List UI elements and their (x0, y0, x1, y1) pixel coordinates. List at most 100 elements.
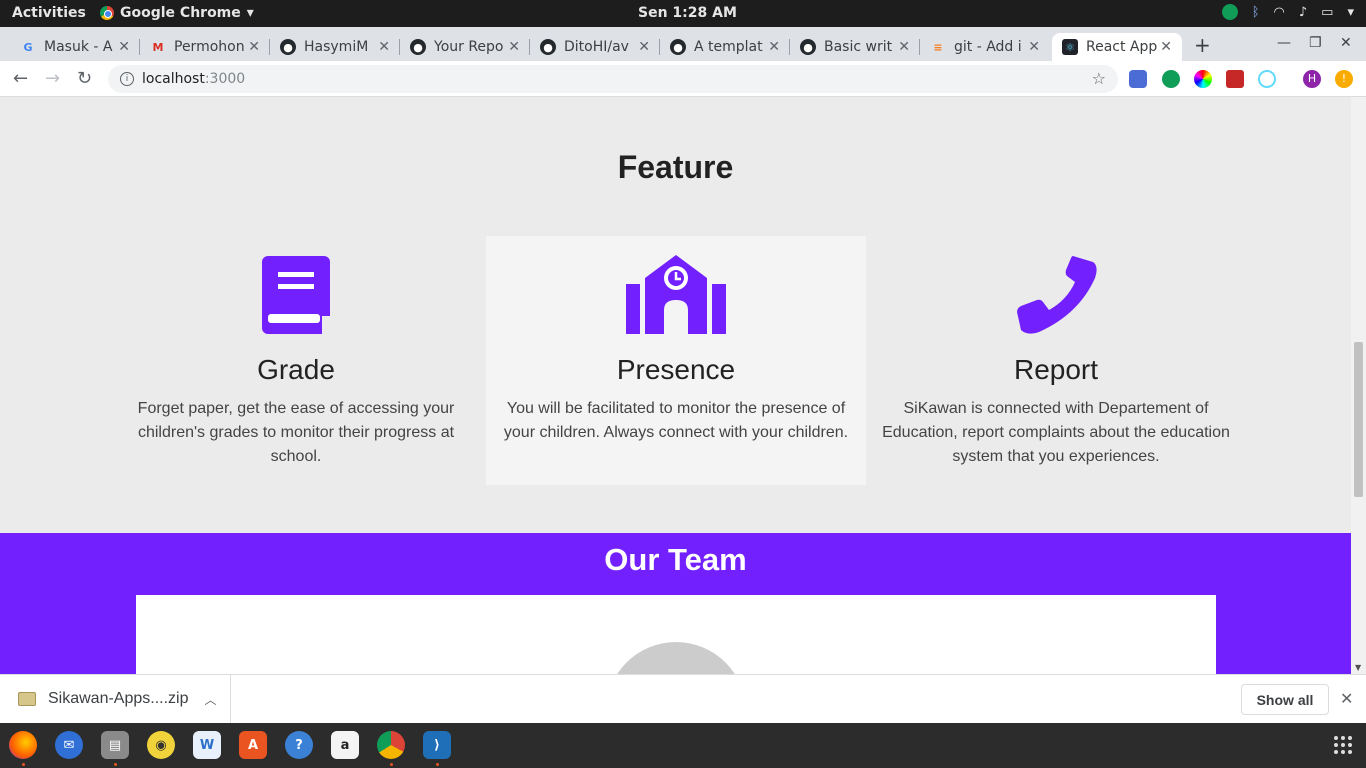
feature-description: SiKawan is connected with Departement of… (882, 400, 1230, 465)
rhythmbox-icon[interactable]: ◉ (147, 731, 175, 759)
battery-icon[interactable]: ▭ (1321, 5, 1333, 20)
tab-title: HasymiM (304, 39, 369, 55)
github-icon: ● (410, 39, 426, 55)
profile-avatar[interactable]: H (1303, 70, 1321, 88)
system-tray[interactable]: ᛒ ◠ ♪ ▭ ▾ (1221, 4, 1354, 20)
scroll-down-arrow-icon[interactable]: ▼ (1355, 663, 1361, 672)
color-picker-extension-icon[interactable] (1194, 70, 1212, 88)
devtools-extension-icon[interactable] (1226, 70, 1244, 88)
volume-icon[interactable]: ♪ (1299, 5, 1307, 20)
google-icon: G (23, 40, 33, 54)
github-icon: ● (670, 39, 686, 55)
react-devtools-icon[interactable] (1258, 70, 1276, 88)
book-icon (106, 254, 486, 338)
reload-icon[interactable]: ↻ (77, 68, 92, 89)
feature-heading: Feature (617, 149, 734, 185)
close-tab-icon[interactable]: ✕ (1028, 39, 1040, 55)
tab-react-app[interactable]: ⚛ React App ✕ (1052, 33, 1182, 61)
bookmark-star-icon[interactable]: ☆ (1092, 69, 1106, 88)
chrome-icon[interactable] (377, 731, 405, 759)
translate-extension-icon[interactable] (1129, 70, 1147, 88)
tab-title: Your Repo (434, 39, 504, 55)
bluetooth-icon[interactable]: ᛒ (1252, 5, 1260, 20)
chrome-icon (100, 6, 114, 20)
feature-card-report: Report SiKawan is connected with Departe… (866, 236, 1246, 485)
tab-basic-writing[interactable]: ● Basic writ ✕ (790, 33, 920, 61)
amazon-icon[interactable]: a (331, 731, 359, 759)
tab-your-repo[interactable]: ● Your Repo ✕ (400, 33, 530, 61)
feature-card-presence: Presence You will be facilitated to moni… (486, 236, 866, 485)
running-indicator (436, 763, 439, 766)
feature-card-grade: Grade Forget paper, get the ease of acce… (106, 236, 486, 485)
chevron-up-icon[interactable]: ︿ (205, 691, 217, 708)
system-top-bar: Activities Google Chrome ▾ Sen 1:28 AM ᛒ… (0, 0, 1366, 27)
show-applications-icon[interactable] (1334, 736, 1352, 754)
close-tab-icon[interactable]: ✕ (898, 39, 910, 55)
activities-button[interactable]: Activities (12, 5, 86, 21)
download-file-name: Sikawan-Apps....zip (48, 690, 189, 707)
github-icon: ● (540, 39, 556, 55)
site-info-icon[interactable]: i (120, 72, 134, 86)
feature-title: Presence (616, 354, 736, 385)
show-all-button[interactable]: Show all (1241, 684, 1329, 715)
app-menu-label: Google Chrome (120, 5, 241, 21)
github-icon: ● (280, 39, 296, 55)
hangouts-icon[interactable] (1221, 4, 1238, 20)
tab-title: Masuk - A (44, 39, 113, 55)
thunderbird-icon[interactable]: ✉ (55, 731, 83, 759)
page-viewport: Feature Grade Forget paper, get the ease… (0, 97, 1366, 674)
tab-title: React App (1086, 39, 1158, 55)
running-indicator (22, 763, 25, 766)
hangouts-extension-icon[interactable] (1162, 70, 1180, 88)
forward-icon[interactable]: → (45, 68, 60, 89)
tab-hasymim[interactable]: ● HasymiM ✕ (270, 33, 400, 61)
url-host: localhost (142, 71, 205, 87)
restore-icon[interactable]: ❐ (1309, 35, 1322, 51)
back-icon[interactable]: ← (13, 68, 28, 89)
feature-description: You will be facilitated to monitor the p… (503, 400, 849, 441)
phone-icon (866, 254, 1246, 338)
update-alert-icon[interactable]: ! (1335, 70, 1353, 88)
minimize-icon[interactable]: — (1277, 35, 1291, 51)
close-tab-icon[interactable]: ✕ (768, 39, 780, 55)
close-tab-icon[interactable]: ✕ (248, 39, 260, 55)
tab-title: DitoHI/av (564, 39, 629, 55)
clock[interactable]: Sen 1:28 AM (638, 5, 737, 21)
power-menu-icon[interactable]: ▾ (1347, 5, 1354, 20)
feature-title: Grade (257, 354, 335, 385)
firefox-icon[interactable] (9, 731, 37, 759)
close-tab-icon[interactable]: ✕ (378, 39, 390, 55)
feature-section: Feature Grade Forget paper, get the ease… (0, 97, 1351, 533)
libreoffice-writer-icon[interactable]: W (193, 731, 221, 759)
download-item[interactable]: Sikawan-Apps....zip ︿ (0, 675, 231, 723)
close-window-icon[interactable]: ✕ (1340, 35, 1352, 51)
team-section: Our Team (0, 533, 1351, 674)
feature-description: Forget paper, get the ease of accessing … (137, 400, 455, 465)
tab-permohonan[interactable]: M Permohon ✕ (140, 33, 270, 61)
new-tab-button[interactable]: + (1194, 33, 1211, 57)
tab-git-add[interactable]: ≡ git - Add i ✕ (920, 33, 1050, 61)
tab-masuk[interactable]: G Masuk - A ✕ (10, 33, 140, 61)
close-tab-icon[interactable]: ✕ (118, 39, 130, 55)
vscode-icon[interactable]: ⟩ (423, 731, 451, 759)
caret-down-icon: ▾ (246, 5, 254, 21)
close-tab-icon[interactable]: ✕ (508, 39, 520, 55)
software-center-icon[interactable]: A (239, 731, 267, 759)
wifi-icon[interactable]: ◠ (1274, 5, 1285, 20)
tab-title: git - Add i (954, 39, 1022, 55)
help-icon[interactable]: ? (285, 731, 313, 759)
running-indicator (114, 763, 117, 766)
scrollbar-thumb[interactable] (1354, 342, 1363, 497)
app-menu[interactable]: Google Chrome ▾ (100, 5, 254, 21)
close-downloads-icon[interactable]: ✕ (1340, 689, 1353, 708)
close-tab-icon[interactable]: ✕ (1160, 39, 1172, 55)
team-card (136, 595, 1216, 674)
tab-ditohi[interactable]: ● DitoHI/av ✕ (530, 33, 660, 61)
files-icon[interactable]: ▤ (101, 731, 129, 759)
tab-title: Basic writ (824, 39, 893, 55)
address-bar[interactable]: i localhost:3000 ☆ (108, 65, 1118, 93)
tab-a-template[interactable]: ● A templat ✕ (660, 33, 790, 61)
close-tab-icon[interactable]: ✕ (638, 39, 650, 55)
page-scrollbar[interactable]: ▼ (1351, 97, 1366, 674)
stackoverflow-icon: ≡ (933, 40, 943, 54)
